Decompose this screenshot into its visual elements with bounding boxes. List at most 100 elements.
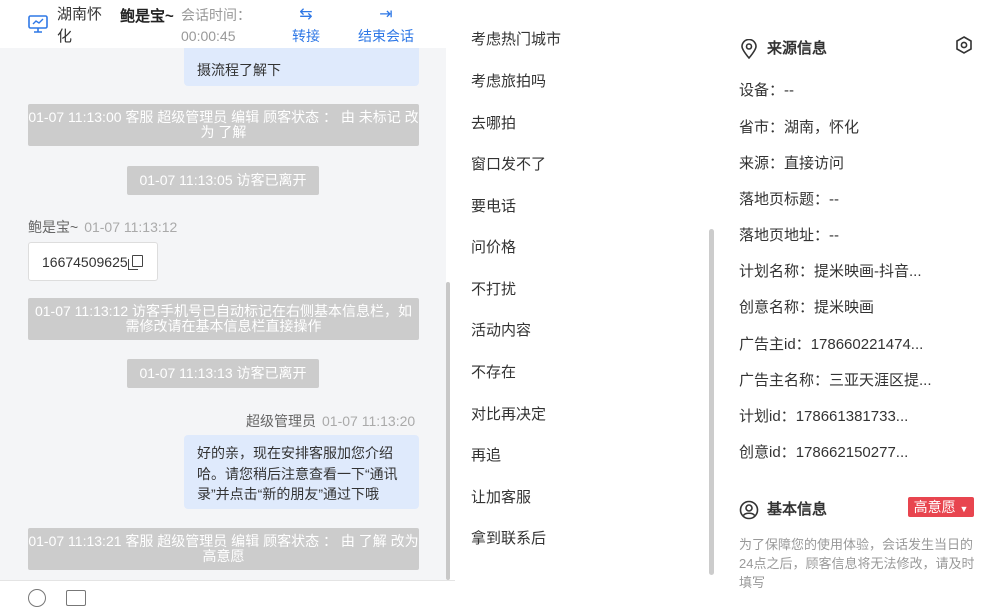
- row-value: 湖南，怀化: [784, 119, 860, 136]
- visitor-name: 鲍是宝~: [120, 8, 174, 25]
- quick-reply-item[interactable]: 对比再决定: [471, 403, 546, 424]
- row-label: 创意名称：: [739, 299, 815, 316]
- quick-reply-scrollbar[interactable]: [709, 229, 714, 575]
- quick-reply-item[interactable]: 考虑旅拍吗: [471, 70, 546, 91]
- row-label: 广告主id：: [739, 336, 811, 353]
- row-value: 178661381733...: [795, 408, 909, 425]
- message-text: 好的亲，现在安排客服加您介绍哈。请您稍后注意查看一下“通讯录”并点击“新的朋友”…: [197, 445, 398, 502]
- agent-message-meta: 超级管理员 01-07 11:13:20: [246, 411, 415, 431]
- sender-name: 鲍是宝~: [28, 219, 79, 235]
- transfer-button[interactable]: ⇆ 转接: [276, 4, 336, 46]
- section-title-text: 基本信息: [767, 501, 828, 518]
- location-pin-icon: [741, 39, 757, 60]
- chat-panel: 摄流程了解下 01-07 11:13:00 客服 超级管理员 编辑 顾客状态 ：…: [0, 0, 455, 607]
- info-row-plan-id: 计划id：178661381733...: [739, 405, 908, 426]
- message-time: 01-07 11:13:20: [322, 413, 416, 429]
- row-value: 提米映画-抖音...: [814, 263, 922, 280]
- chat-input-toolbar: [0, 580, 455, 607]
- system-message: 01-07 11:13:12 访客手机号已自动标记在右侧基本信息栏，如需修改请在…: [28, 298, 419, 340]
- system-message: 01-07 11:13:00 客服 超级管理员 编辑 顾客状态 ： 由 未标记 …: [28, 104, 419, 146]
- quick-reply-item[interactable]: 窗口发不了: [471, 153, 546, 174]
- end-session-button[interactable]: ⇥ 结束会话: [356, 4, 416, 46]
- row-label: 省市：: [739, 119, 785, 136]
- section-title-text: 来源信息: [767, 40, 828, 57]
- info-row-landing-url: 落地页地址：--: [739, 224, 839, 245]
- info-row-province: 省市：湖南，怀化: [739, 116, 859, 137]
- settings-icon[interactable]: [955, 36, 973, 54]
- agent-message-bubble-partial: 摄流程了解下: [184, 48, 419, 86]
- system-message: 01-07 11:13:21 客服 超级管理员 编辑 顾客状态 ： 由 了解 改…: [28, 528, 419, 570]
- row-value: 178660221474...: [810, 336, 924, 353]
- quick-reply-item[interactable]: 去哪拍: [471, 112, 516, 133]
- chat-scrollbar[interactable]: [446, 282, 450, 580]
- sender-name: 超级管理员: [246, 413, 316, 429]
- quick-reply-item[interactable]: 让加客服: [471, 486, 531, 507]
- row-label: 创意id：: [739, 444, 796, 461]
- message-time: 01-07 11:13:12: [84, 219, 178, 235]
- user-icon: [739, 500, 759, 520]
- info-row-device: 设备：--: [739, 79, 794, 100]
- basic-info-hint: 为了保障您的使用体验，会话发生当日的24点之后，顾客信息将无法修改，请及时填写: [739, 537, 975, 590]
- logout-icon: ⇥: [379, 6, 393, 23]
- info-row-source: 来源：直接访问: [739, 152, 844, 173]
- system-message-text: 01-07 11:13:21 客服 超级管理员 编辑 顾客状态 ： 由 了解 改…: [28, 533, 419, 564]
- row-value: --: [784, 82, 795, 99]
- info-row-creative-name: 创意名称：提米映画: [739, 296, 874, 317]
- quick-reply-item[interactable]: 不存在: [471, 361, 516, 382]
- quick-reply-item[interactable]: 活动内容: [471, 319, 531, 340]
- message-text: 摄流程了解下: [197, 62, 281, 78]
- row-label: 落地页标题：: [739, 191, 830, 208]
- info-row-advertiser-name: 广告主名称：三亚天涯区提...: [739, 369, 932, 390]
- quick-reply-item[interactable]: 考虑热门城市: [471, 28, 561, 49]
- info-row-advertiser-id: 广告主id：178660221474...: [739, 333, 923, 354]
- monitor-icon: [28, 15, 48, 33]
- visitor-location: 湖南怀化: [57, 6, 103, 45]
- row-value: 直接访问: [784, 155, 845, 172]
- visitor-message-meta: 鲍是宝~ 01-07 11:13:12: [28, 217, 177, 237]
- session-time-label: 会话时间：: [181, 7, 251, 23]
- phone-number: 16674509625: [42, 254, 128, 270]
- row-value: 三亚天涯区提...: [829, 372, 932, 389]
- copy-icon[interactable]: [128, 255, 143, 270]
- caret-down-icon: ▼: [959, 504, 969, 514]
- row-value: --: [829, 227, 840, 244]
- info-row-plan-name: 计划名称：提米映画-抖音...: [739, 260, 922, 281]
- system-message-text: 01-07 11:13:13 访客已离开: [139, 365, 307, 381]
- customer-status-dropdown[interactable]: 高意愿 ▼: [908, 497, 974, 517]
- status-badge: 高意愿: [913, 499, 956, 515]
- chat-header: 湖南怀化 鲍是宝~ 会话时间： 00:00:45 ⇆ 转接 ⇥ 结束会话: [0, 0, 455, 48]
- row-value: 178662150277...: [795, 444, 909, 461]
- source-info-title: 来源信息: [739, 37, 828, 60]
- emoji-icon[interactable]: [28, 589, 46, 607]
- system-message-text: 01-07 11:13:00 客服 超级管理员 编辑 顾客状态 ： 由 未标记 …: [28, 109, 419, 140]
- system-message: 01-07 11:13:13 访客已离开: [127, 359, 319, 388]
- agent-message-bubble: 好的亲，现在安排客服加您介绍哈。请您稍后注意查看一下“通讯录”并点击“新的朋友”…: [184, 435, 419, 509]
- quick-reply-item[interactable]: 再追: [471, 444, 501, 465]
- system-message-text: 01-07 11:13:05 访客已离开: [139, 172, 307, 188]
- row-label: 计划id：: [739, 408, 796, 425]
- row-label: 计划名称：: [739, 263, 815, 280]
- system-message-text: 01-07 11:13:12 访客手机号已自动标记在右侧基本信息栏，如需修改请在…: [34, 303, 413, 334]
- system-message: 01-07 11:13:05 访客已离开: [127, 166, 319, 195]
- row-label: 落地页地址：: [739, 227, 830, 244]
- row-value: --: [829, 191, 840, 208]
- quick-reply-item[interactable]: 问价格: [471, 236, 516, 257]
- info-row-landing-title: 落地页标题：--: [739, 188, 839, 209]
- row-value: 提米映画: [814, 299, 875, 316]
- visitor-info-panel: 来源信息 设备：-- 省市：湖南，怀化 来源：直接访问 落地页标题：-- 落地页…: [717, 0, 993, 594]
- quick-reply-item[interactable]: 不打扰: [471, 278, 516, 299]
- image-icon[interactable]: [66, 590, 86, 606]
- row-label: 来源：: [739, 155, 785, 172]
- end-session-label: 结束会话: [358, 28, 414, 44]
- transfer-icon: ⇆: [299, 6, 313, 23]
- quick-reply-item[interactable]: 要电话: [471, 195, 516, 216]
- row-label: 设备：: [739, 82, 785, 99]
- phone-number-message[interactable]: 16674509625: [28, 242, 158, 281]
- row-label: 广告主名称：: [739, 372, 830, 389]
- quick-reply-panel: 考虑热门城市 考虑旅拍吗 去哪拍 窗口发不了 要电话 问价格 不打扰 活动内容 …: [455, 0, 718, 594]
- basic-info-title: 基本信息: [739, 498, 827, 520]
- quick-reply-item[interactable]: 拿到联系后: [471, 527, 546, 548]
- session-time-value: 00:00:45: [181, 28, 236, 44]
- info-row-creative-id: 创意id：178662150277...: [739, 441, 908, 462]
- transfer-label: 转接: [292, 28, 320, 44]
